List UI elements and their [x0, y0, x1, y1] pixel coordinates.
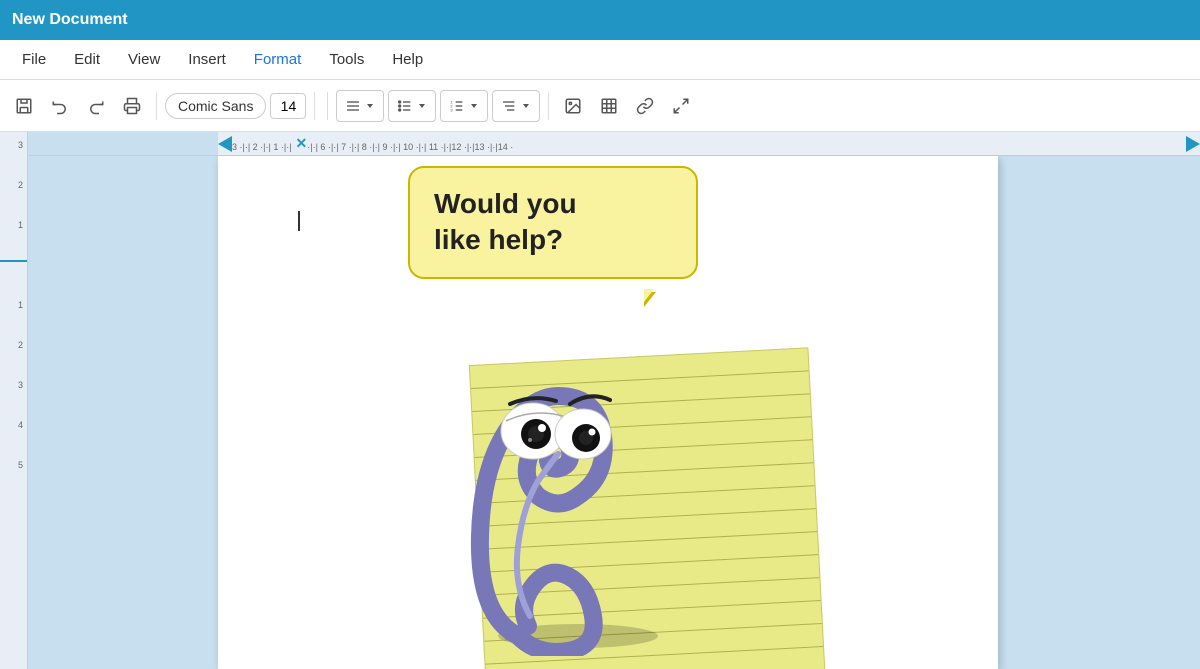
ruler-right-arrow — [1186, 136, 1200, 152]
menu-help[interactable]: Help — [378, 45, 437, 74]
numbered-list-dropdown[interactable]: 1 2 3 — [440, 90, 488, 122]
ruler-mark: 2 — [0, 340, 25, 350]
ruler-zero — [0, 260, 27, 262]
ruler-mark: 3 — [0, 380, 25, 390]
vertical-ruler: 3 2 1 1 2 3 4 5 — [0, 132, 28, 669]
menu-insert[interactable]: Insert — [174, 45, 240, 74]
separator-1 — [156, 92, 157, 120]
menu-tools[interactable]: Tools — [315, 45, 378, 74]
menu-edit[interactable]: Edit — [60, 45, 114, 74]
page-container: Would you like help? — [28, 156, 1200, 669]
text-cursor — [298, 211, 300, 231]
insert-link-button[interactable] — [629, 90, 661, 122]
toolbar: Comic Sans 1 2 3 — [0, 80, 1200, 132]
document-page[interactable]: Would you like help? — [218, 156, 998, 669]
ruler-mark: 1 — [0, 300, 25, 310]
clippy-character — [438, 276, 658, 656]
ruler-mark: 1 — [0, 220, 25, 230]
undo-button[interactable] — [44, 90, 76, 122]
font-selector[interactable]: Comic Sans — [165, 93, 266, 119]
insert-image-button[interactable] — [557, 90, 589, 122]
menu-view[interactable]: View — [114, 45, 174, 74]
document-title: New Document — [12, 11, 128, 29]
ruler-mark: 4 — [0, 420, 25, 430]
h-ruler-marks: 3 ·|·| 2 ·|·| 1 ·|·| ✕ ·|·| 6 ·|·| 7 ·|·… — [218, 132, 1200, 155]
print-button[interactable] — [116, 90, 148, 122]
fullscreen-button[interactable] — [665, 90, 697, 122]
separator-2 — [314, 92, 315, 120]
menu-file[interactable]: File — [8, 45, 60, 74]
font-size-input[interactable] — [270, 93, 306, 119]
align-dropdown[interactable] — [336, 90, 384, 122]
menu-format[interactable]: Format — [240, 45, 316, 74]
clippy-container — [398, 256, 818, 669]
content-area: 3 ·|·| 2 ·|·| 1 ·|·| ✕ ·|·| 6 ·|·| 7 ·|·… — [28, 132, 1200, 669]
ruler-mark: 3 — [0, 140, 25, 150]
main-area: 3 2 1 1 2 3 4 5 3 ·|·| 2 ·|·| 1 ·|·| ✕ ·… — [0, 132, 1200, 669]
separator-3 — [327, 92, 328, 120]
svg-text:3: 3 — [451, 107, 454, 112]
separator-4 — [548, 92, 549, 120]
horizontal-ruler: 3 ·|·| 2 ·|·| 1 ·|·| ✕ ·|·| 6 ·|·| 7 ·|·… — [28, 132, 1200, 156]
ruler-mark: 5 — [0, 460, 25, 470]
outline-list-dropdown[interactable] — [492, 90, 540, 122]
ruler-mark: ·|·| 6 ·|·| 7 ·|·| 8 ·|·| 9 ·|·| 10 ·|·|… — [307, 142, 513, 152]
ruler-center-marker: ✕ — [296, 135, 308, 152]
ruler-left-arrow — [218, 136, 232, 152]
ruler-mark: 2 — [0, 180, 25, 190]
speech-bubble: Would you like help? — [408, 166, 698, 279]
title-bar: New Document — [0, 0, 1200, 40]
insert-table-button[interactable] — [593, 90, 625, 122]
redo-button[interactable] — [80, 90, 112, 122]
save-button[interactable] — [8, 90, 40, 122]
menu-bar: File Edit View Insert Format Tools Help — [0, 40, 1200, 80]
ruler-mark: 3 ·|·| 2 ·|·| 1 ·|·| — [232, 142, 292, 152]
bullet-list-dropdown[interactable] — [388, 90, 436, 122]
